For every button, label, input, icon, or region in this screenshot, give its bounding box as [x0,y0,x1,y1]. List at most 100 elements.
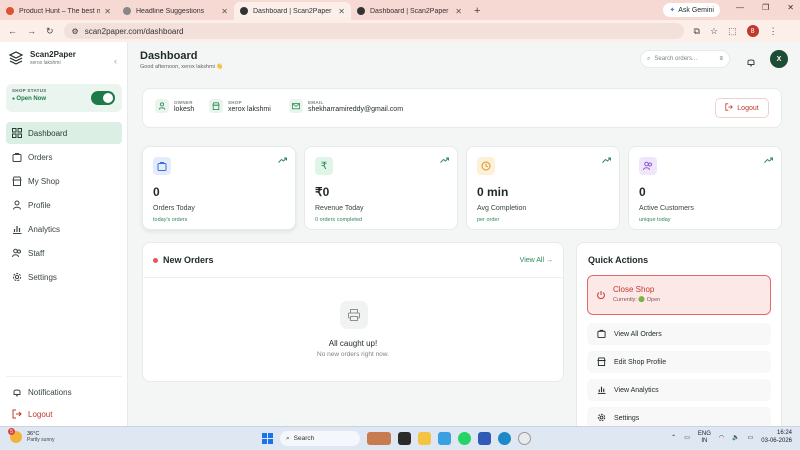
sidebar-item-label: Logout [28,409,53,419]
time: 16:24 [776,430,792,436]
weather-widget[interactable]: 5 36°C Partly sunny [8,428,55,443]
bell-icon [12,387,22,397]
sidebar-item-dashboard[interactable]: Dashboard [6,122,122,144]
chrome-icon[interactable] [518,432,531,445]
close-shop-status: Currently: 🟢 Open [613,297,661,303]
brand-shop-name: xerox lakshmi [30,60,61,66]
filter-icon[interactable]: ≡ [719,56,723,62]
view-all-link[interactable]: View All → [520,257,553,264]
terminal-icon[interactable] [398,432,411,445]
browser-profile-avatar[interactable]: 8 [746,25,759,37]
edge-icon[interactable] [498,432,511,445]
shop-info-card: OWNER lokesh SHOP xerox lakshmi EMAIL sh… [142,88,782,128]
forward-icon[interactable]: → [27,26,36,36]
shop-label: SHOP [228,99,242,105]
brand[interactable]: Scan2Paper xerox lakshmi [8,50,76,66]
gear-icon [597,413,606,424]
search-placeholder: Search orders... [654,56,698,62]
close-tab-icon[interactable]: ✕ [221,7,228,16]
language-indicator[interactable]: ENG IN [698,431,711,445]
user-icon [155,99,169,113]
empty-state-subtitle: No new orders right now. [317,351,389,358]
chart-icon [12,224,22,234]
close-tab-icon[interactable]: ✕ [455,7,462,16]
collapse-sidebar-icon[interactable]: ‹ [114,56,117,66]
browser-tab-headlines[interactable]: Headline Suggestions ✕ [117,2,234,20]
close-window-icon[interactable]: ✕ [787,3,794,12]
whatsapp-icon[interactable] [458,432,471,445]
battery-icon[interactable]: ▭ [748,434,754,441]
sidebar-item-orders[interactable]: Orders [6,146,122,168]
file-explorer-icon[interactable] [418,432,431,445]
shop-status-toggle[interactable] [91,91,115,105]
close-tab-icon[interactable]: ✕ [338,7,345,16]
volume-icon[interactable]: 🔈 [732,434,739,441]
sidebar-item-staff[interactable]: Staff [6,242,122,264]
menu-dots-icon[interactable]: ⋮ [769,26,778,37]
windows-start-icon[interactable] [262,433,273,444]
rupee-icon: ₹ [315,157,333,175]
sidebar-item-analytics[interactable]: Analytics [6,218,122,240]
widget-image-icon[interactable] [367,432,391,445]
install-app-icon[interactable]: ⧉ [694,26,700,37]
stat-card-avg-completion[interactable]: 0 min Avg Completion per order [466,146,620,230]
stat-card-active-customers[interactable]: 0 Active Customers unique today [628,146,782,230]
sidebar-item-label: Analytics [28,224,61,234]
new-tab-button[interactable]: + [474,5,480,17]
back-icon[interactable]: ← [8,26,17,36]
stat-card-revenue-today[interactable]: ₹ ₹0 Revenue Today 0 orders completed [304,146,458,230]
stat-label: Active Customers [639,205,694,212]
browser-tab-dashboard-active[interactable]: Dashboard | Scan2Paper ✕ [234,2,351,20]
search-icon: ⌕ [286,434,290,442]
edit-shop-profile-button[interactable]: Edit Shop Profile [587,351,771,373]
region-code: IN [701,437,708,444]
store-icon [597,356,606,368]
site-info-icon[interactable]: ⚙ [72,27,79,36]
view-all-orders-button[interactable]: View All Orders [587,323,771,345]
user-avatar[interactable]: X [770,50,788,68]
ask-gemini-button[interactable]: ✦ Ask Gemini [663,3,720,17]
mail-icon [289,99,303,113]
sidebar-item-settings[interactable]: Settings [6,266,122,288]
view-analytics-button[interactable]: View Analytics [587,379,771,401]
browser-tab-dashboard[interactable]: Dashboard | Scan2Paper ✕ [351,2,468,20]
weather-description: Partly sunny [27,437,55,443]
sidebar-item-my-shop[interactable]: My Shop [6,170,122,192]
stat-card-orders-today[interactable]: 0 Orders Today today's orders [142,146,296,230]
photos-icon[interactable] [438,432,451,445]
trend-up-icon [278,157,287,163]
globe-favicon-icon [123,7,131,15]
store-app-icon[interactable] [478,432,491,445]
close-shop-button[interactable]: Close Shop Currently: 🟢 Open [587,275,771,315]
address-bar[interactable]: ⚙ scan2paper.com/dashboard [63,23,684,39]
wifi-icon[interactable]: ◠ [719,434,724,441]
url-text: scan2paper.com/dashboard [84,26,184,36]
sidebar-item-profile[interactable]: Profile [6,194,122,216]
minimize-icon[interactable]: — [736,3,744,12]
browser-tab-product-hunt[interactable]: Product Hunt – The best new p ✕ [0,2,117,20]
notifications-bell-icon[interactable] [746,54,756,67]
sidebar-item-notifications[interactable]: Notifications [6,381,122,403]
trend-up-icon [764,157,773,163]
sidebar-item-label: Dashboard [28,128,68,138]
extensions-icon[interactable]: ⬚ [728,26,737,37]
stat-sublabel: 0 orders completed [315,217,363,223]
sidebar-item-logout[interactable]: Logout [6,403,122,425]
bookmark-star-icon[interactable]: ☆ [710,26,718,37]
brand-name: Scan2Paper [30,50,76,59]
logout-button[interactable]: Logout [715,98,769,118]
sidebar-item-label: Notifications [28,387,72,397]
new-orders-title: New Orders [163,255,214,265]
reload-icon[interactable]: ↻ [46,26,54,37]
clock[interactable]: 16:24 03-06-2026 [761,430,792,446]
search-orders-input[interactable]: ⌕ Search orders... ≡ [640,50,730,68]
owner-label: OWNER [174,99,193,105]
tab-title: Product Hunt – The best new p [19,7,101,15]
close-tab-icon[interactable]: ✕ [104,7,111,16]
display-icon[interactable]: ▭ [684,434,690,441]
stat-label: Revenue Today [315,205,364,212]
taskbar-search[interactable]: ⌕ Search [280,431,360,446]
chevron-up-icon[interactable]: ⌃ [671,434,676,441]
maximize-icon[interactable]: ❐ [762,3,769,12]
taskbar-search-label: Search [293,435,315,442]
